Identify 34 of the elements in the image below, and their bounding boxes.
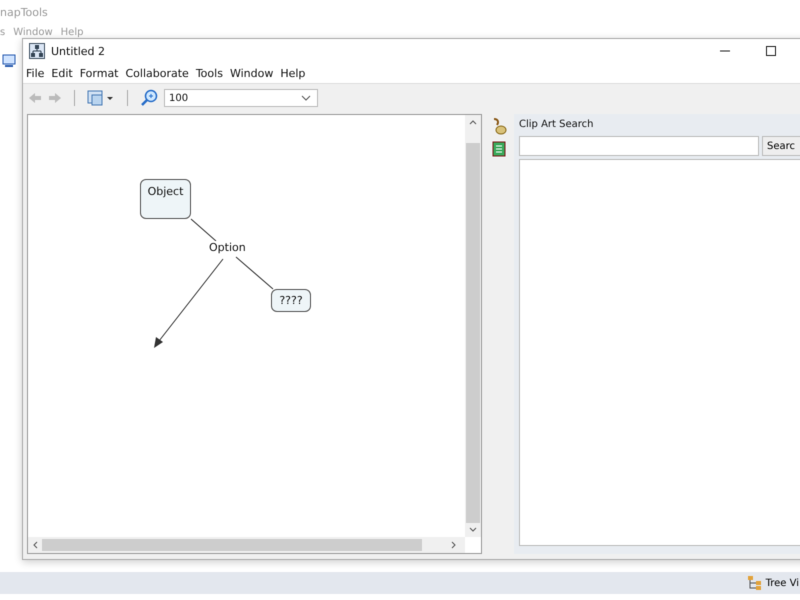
- app-icon: [29, 43, 45, 59]
- menu-item[interactable]: Collaborate: [126, 66, 189, 80]
- menu-item[interactable]: Window: [230, 66, 274, 80]
- zoom-icon[interactable]: [140, 89, 158, 107]
- link-label[interactable]: Option: [209, 241, 246, 254]
- monitor-icon[interactable]: [2, 54, 16, 68]
- menu-item[interactable]: File: [26, 66, 44, 80]
- tree-view-button[interactable]: Tree Vi: [746, 575, 799, 591]
- connector-line: [190, 218, 216, 242]
- panel-title: Clip Art Search: [518, 118, 594, 132]
- search-button[interactable]: Searc: [762, 136, 800, 156]
- view-dropdown-icon[interactable]: [87, 90, 115, 106]
- search-field[interactable]: [519, 136, 759, 156]
- window-title: Untitled 2: [51, 44, 106, 58]
- notebook-icon[interactable]: [492, 141, 506, 157]
- menu-item[interactable]: Help: [280, 66, 306, 80]
- scroll-up-icon[interactable]: [469, 119, 477, 125]
- clip-art-icon[interactable]: [491, 117, 507, 135]
- maximize-icon[interactable]: [766, 46, 776, 56]
- concept-node[interactable]: Object: [140, 179, 191, 219]
- menu-item[interactable]: Tools: [196, 66, 223, 80]
- menu-item[interactable]: Edit: [51, 66, 73, 80]
- scroll-down-icon[interactable]: [469, 527, 477, 533]
- scroll-left-icon[interactable]: [32, 541, 38, 549]
- concept-node[interactable]: ????: [271, 289, 311, 312]
- scroll-right-icon[interactable]: [451, 541, 457, 549]
- connector-line: [236, 256, 274, 290]
- vertical-scrollbar[interactable]: [465, 115, 481, 537]
- horizontal-scrollbar[interactable]: [28, 537, 465, 553]
- tree-icon: [746, 575, 763, 591]
- app-title: napTools: [0, 6, 48, 19]
- chevron-down-icon: [301, 95, 311, 101]
- menu-item[interactable]: Format: [80, 66, 118, 80]
- zoom-dropdown[interactable]: 100: [164, 89, 318, 107]
